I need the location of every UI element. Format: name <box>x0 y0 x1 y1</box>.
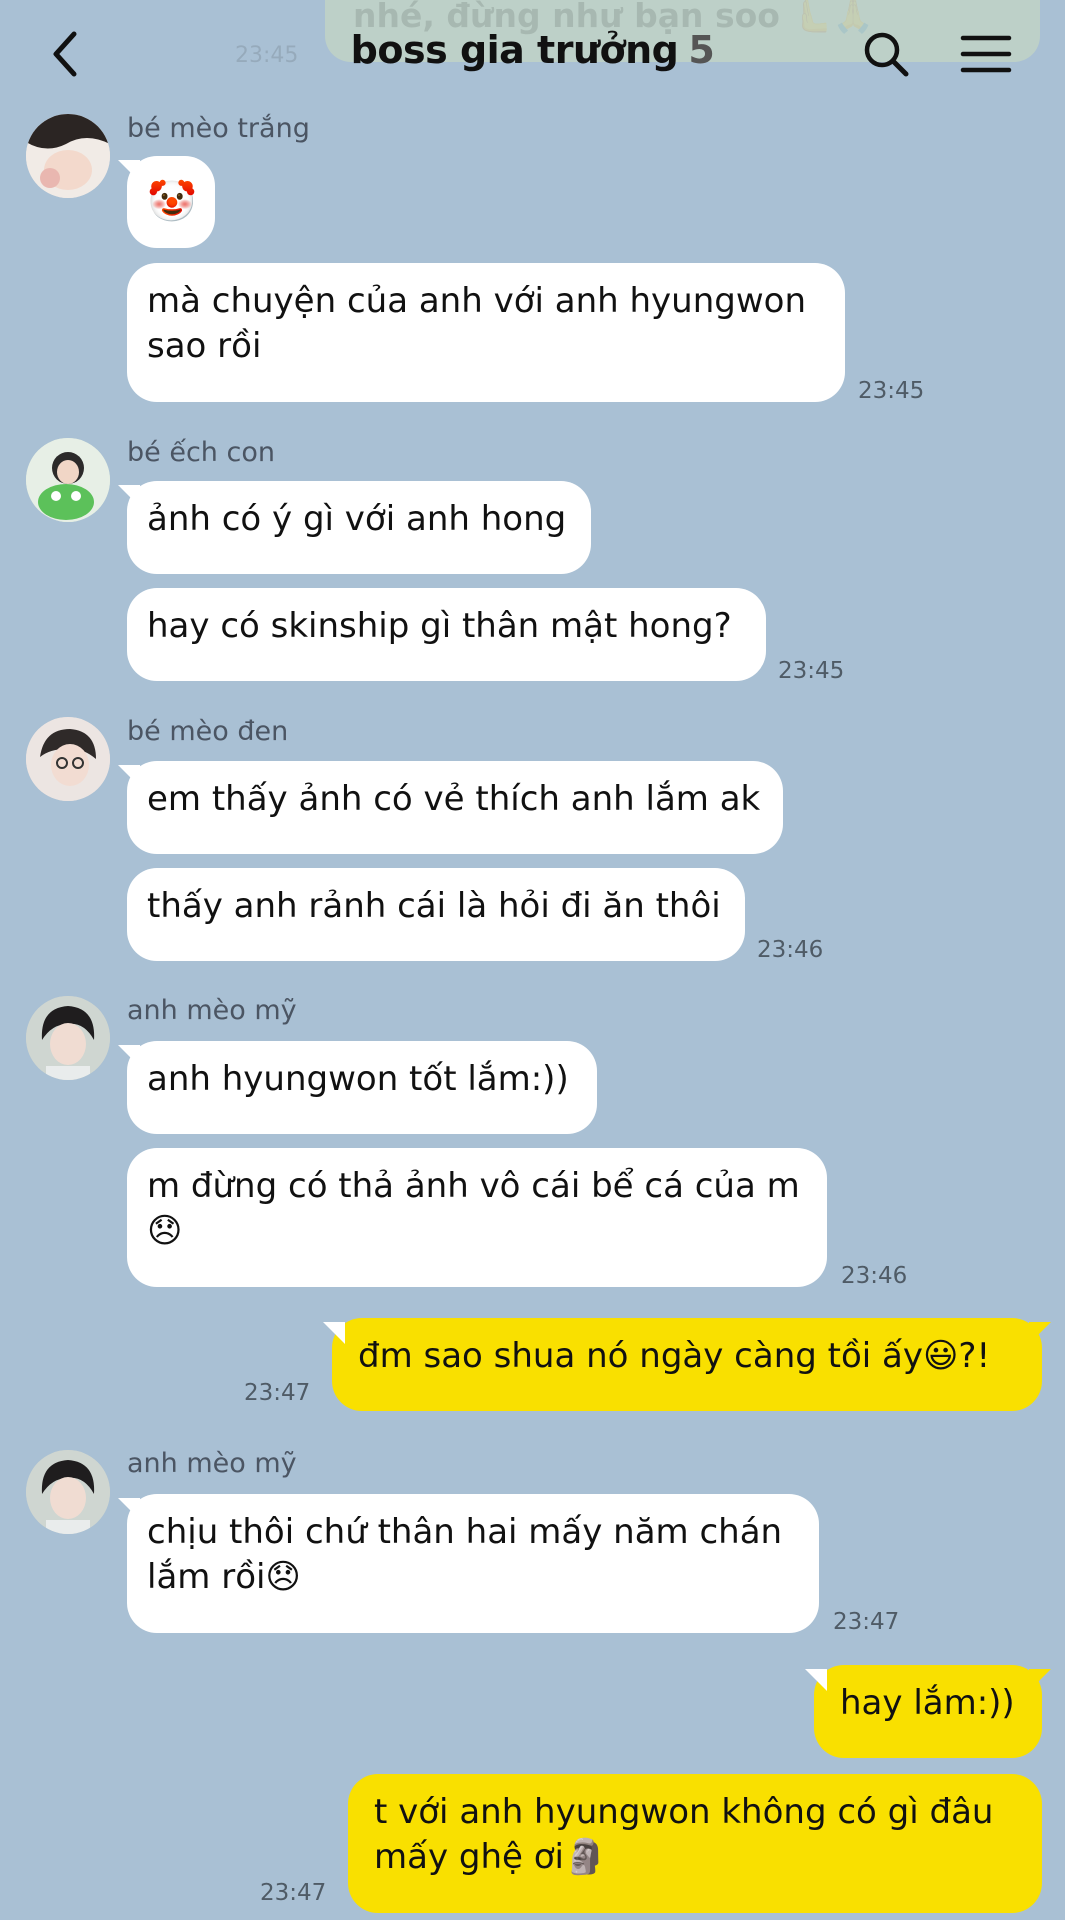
search-icon <box>864 32 909 77</box>
my-message-bubble[interactable]: đm sao shua nó ngày càng tồi ấy😃?! <box>332 1318 1042 1411</box>
message-bubble[interactable]: chịu thôi chứ thân hai mấy năm chán lắm … <box>127 1494 819 1633</box>
avatar-be-meo-trang[interactable] <box>26 114 110 198</box>
message-bubble[interactable]: ảnh có ý gì với anh hong <box>127 481 591 574</box>
message-time: 23:47 <box>260 1880 327 1906</box>
avatar-photo <box>26 996 110 1080</box>
search-button[interactable] <box>858 26 914 82</box>
message-bubble[interactable]: hay có skinship gì thân mật hong? <box>127 588 766 681</box>
avatar-photo <box>26 717 110 801</box>
menu-button[interactable] <box>958 26 1014 82</box>
message-bubble[interactable]: 🤡 <box>127 156 215 248</box>
message-bubble[interactable]: em thấy ảnh có vẻ thích anh lắm ak <box>127 761 783 854</box>
sender-name: anh mèo mỹ <box>127 995 297 1026</box>
message-time: 23:45 <box>858 378 925 404</box>
avatar-photo <box>26 1450 110 1534</box>
chat-header: nhé, đừng như bạn soo 🫷🙏 23:45 boss gia … <box>0 0 1065 110</box>
message-time: 23:46 <box>841 1263 908 1289</box>
message-bubble[interactable]: m đừng có thả ảnh vô cái bể cá của m 😞 <box>127 1148 827 1287</box>
sender-name: bé mèo trắng <box>127 113 310 144</box>
avatar-be-meo-den[interactable] <box>26 717 110 801</box>
group-name: boss gia trưởng <box>350 28 679 72</box>
sender-name: bé ếch con <box>127 437 275 468</box>
avatar-be-ech-con[interactable] <box>26 438 110 522</box>
avatar-anh-meo-my[interactable] <box>26 996 110 1080</box>
message-time: 23:47 <box>833 1609 900 1635</box>
message-bubble[interactable]: anh hyungwon tốt lắm:)) <box>127 1041 597 1134</box>
message-bubble[interactable]: thấy anh rảnh cái là hỏi đi ăn thôi <box>127 868 745 961</box>
my-message-bubble[interactable]: t với anh hyungwon không có gì đâu mấy g… <box>348 1774 1042 1913</box>
sender-name: bé mèo đen <box>127 716 289 747</box>
message-time: 23:45 <box>778 658 845 684</box>
message-time: 23:46 <box>757 937 824 963</box>
hamburger-menu-icon <box>960 35 1012 73</box>
my-message-bubble[interactable]: hay lắm:)) <box>814 1665 1042 1758</box>
sender-name: anh mèo mỹ <box>127 1448 297 1479</box>
avatar-photo <box>26 114 110 198</box>
message-bubble[interactable]: mà chuyện của anh với anh hyungwon sao r… <box>127 263 845 402</box>
avatar-anh-meo-my[interactable] <box>26 1450 110 1534</box>
message-time: 23:47 <box>244 1380 311 1406</box>
avatar-photo <box>26 438 110 522</box>
member-count: 5 <box>688 28 715 72</box>
